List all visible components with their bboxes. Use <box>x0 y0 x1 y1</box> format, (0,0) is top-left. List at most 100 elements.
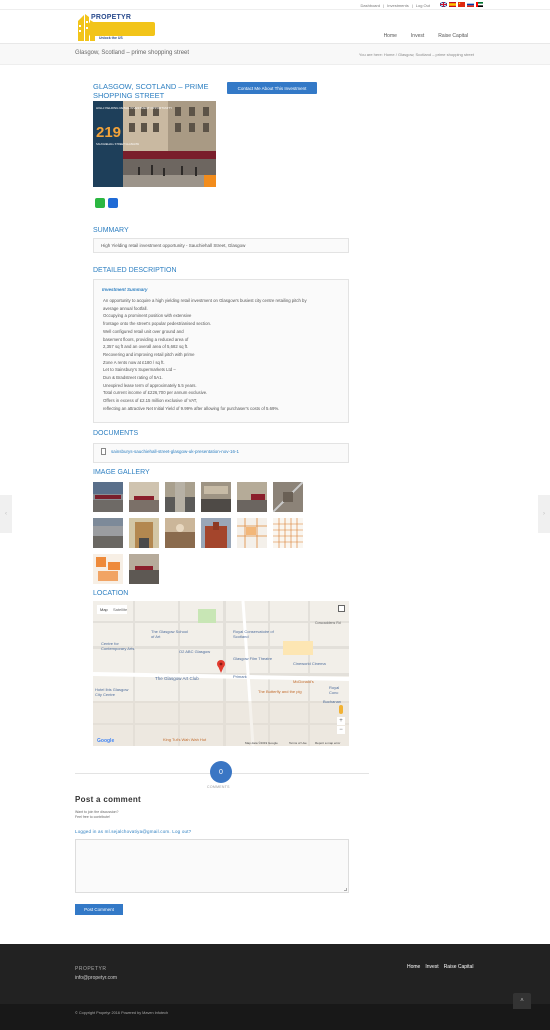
account-links: Dashboard | Investments | Log Out <box>360 3 430 8</box>
gallery-thumb[interactable] <box>165 518 195 548</box>
gallery-thumb[interactable] <box>93 518 123 548</box>
map-attribution: Map data ©2019 Google <box>245 741 278 745</box>
site-footer <box>0 944 550 1004</box>
logo-tagline: Unlock the US <box>99 36 123 40</box>
dashboard-link[interactable]: Dashboard <box>361 3 381 8</box>
document-file-icon <box>101 448 106 455</box>
document-link[interactable]: sainsburys-sauchiehall-street-glasgow-uk… <box>111 449 239 454</box>
nav-invest[interactable]: Invest <box>411 33 424 39</box>
gallery-thumb[interactable] <box>129 482 159 512</box>
sub-footer <box>0 1004 550 1030</box>
gallery-thumb[interactable] <box>129 518 159 548</box>
prev-post-arrow[interactable]: ‹ <box>0 495 12 533</box>
map-label: O2 ABC Glasgow <box>179 649 211 654</box>
scroll-to-top-button[interactable]: ˄ <box>513 993 531 1009</box>
footer-email[interactable]: info@propetyr.com <box>75 975 117 981</box>
gallery-thumb[interactable] <box>129 554 159 584</box>
copyright: © Copyright Propetyr 2016 Powered by Mav… <box>75 1011 169 1015</box>
brochure-kicker: HIGH-YIELDING RETAIL INVESTMENT OPPORTUN… <box>96 106 172 110</box>
top-bar: Dashboard | Investments | Log Out <box>0 0 550 10</box>
logout-link[interactable]: Log Out <box>416 3 430 8</box>
whatsapp-share-icon[interactable] <box>95 198 105 208</box>
site-logo[interactable]: PROPETYR Unlock the US <box>75 11 155 42</box>
map-label: Buchanan <box>323 699 342 704</box>
gallery-thumb[interactable] <box>201 518 231 548</box>
map-label: Glasgow Film Theatre <box>233 656 273 661</box>
map-label: The Glasgow Art Club <box>155 676 199 681</box>
spain-flag-icon[interactable] <box>449 2 456 7</box>
contact-button[interactable]: Contact Me About This Investment <box>227 82 317 94</box>
russia-flag-icon[interactable] <box>467 2 474 7</box>
comment-invitation: Want to join the discussion? Feel free t… <box>75 810 119 819</box>
gallery-thumb[interactable] <box>237 518 267 548</box>
page-title[interactable]: Glasgow, Scotland – prime shopping stree… <box>75 50 189 56</box>
comment-textarea[interactable] <box>75 839 349 893</box>
property-brochure-image[interactable]: HIGH-YIELDING RETAIL INVESTMENT OPPORTUN… <box>93 101 216 187</box>
property-title: GLASGOW, SCOTLAND – PRIME SHOPPING STREE… <box>93 82 209 100</box>
logged-in-notice[interactable]: Logged in as ml.sejalchovatiya@gmail.com… <box>75 829 191 834</box>
logo-wordmark: PROPETYR <box>91 14 132 21</box>
share-buttons <box>95 198 118 208</box>
map-label: King Tut's Wah Wah Hut <box>163 737 207 742</box>
next-post-arrow[interactable]: › <box>538 495 550 533</box>
pegman-icon[interactable] <box>339 705 343 714</box>
footer-nav: Home Invest Raise Capital <box>407 964 473 970</box>
post-comment-button[interactable]: Post Comment <box>75 904 123 915</box>
google-logo: Google <box>97 738 115 744</box>
gallery-thumb[interactable] <box>273 482 303 512</box>
gallery-thumb[interactable] <box>273 518 303 548</box>
language-flags <box>440 2 483 7</box>
post-comment-heading: Post a comment <box>75 795 141 804</box>
breadcrumb-home[interactable]: Home <box>384 52 395 57</box>
map-label: Cowcaddens Rd <box>315 621 341 625</box>
gallery-thumb[interactable] <box>93 482 123 512</box>
description-text: An opportunity to acquire a high yieldin… <box>103 298 307 411</box>
resize-handle-icon[interactable] <box>344 888 347 891</box>
summary-text: High Yielding retail investment opportun… <box>101 243 246 248</box>
map-label: Royal Conservatoire of Scotland <box>233 629 274 639</box>
nav-home[interactable]: Home <box>384 33 397 39</box>
map-label: The Butterfly and the pig <box>258 689 302 694</box>
zoom-in-button[interactable]: + <box>337 717 345 725</box>
investments-link[interactable]: Investments <box>387 3 409 8</box>
map-label: Primark <box>233 674 247 679</box>
fullscreen-icon[interactable] <box>338 605 345 612</box>
location-heading: LOCATION <box>93 590 129 597</box>
comments-label: COMMENTS <box>207 785 230 789</box>
map-label: Hotel Ibis Glasgow City Centre <box>95 687 129 697</box>
map-type-map[interactable]: Map <box>100 607 108 612</box>
china-flag-icon[interactable] <box>458 2 465 7</box>
map-label: The Glasgow School of Art <box>151 629 188 639</box>
gallery-heading: IMAGE GALLERY <box>93 469 150 476</box>
map-label: Royal Conc <box>329 685 340 695</box>
footer-nav-home[interactable]: Home <box>407 964 420 970</box>
breadcrumb: You are here: Home / Glasgow, Scotland –… <box>358 52 474 57</box>
documents-heading: DOCUMENTS <box>93 430 139 437</box>
description-heading: DETAILED DESCRIPTION <box>93 267 177 274</box>
logo-banner <box>89 22 155 36</box>
map-type-satellite[interactable]: Satellite <box>113 607 127 612</box>
chevron-up-icon: ˄ <box>520 998 524 1004</box>
location-map[interactable]: Map Satellite The Glasgow School of Art … <box>93 601 349 746</box>
gallery-thumb[interactable] <box>93 554 123 584</box>
email-share-icon[interactable] <box>108 198 118 208</box>
uk-flag-icon[interactable] <box>440 2 447 7</box>
footer-brand: PROPETYR <box>75 966 107 972</box>
nav-raise-capital[interactable]: Raise Capital <box>438 33 468 39</box>
brochure-street: SAUCHIEHALL STREET GLASGOW <box>96 142 140 146</box>
footer-nav-raise-capital[interactable]: Raise Capital <box>444 964 474 970</box>
map-report-link[interactable]: Report a map error <box>315 741 340 745</box>
brochure-number: 219 <box>96 124 121 141</box>
main-nav: Home Invest Raise Capital <box>384 33 468 39</box>
map-label: Centre for Contemporary Arts <box>101 641 135 651</box>
gallery-thumb[interactable] <box>165 482 195 512</box>
zoom-out-button[interactable]: − <box>337 726 345 734</box>
comment-count: 0 <box>210 761 232 783</box>
investment-summary-heading: Investment Summary <box>102 287 148 292</box>
map-terms-link[interactable]: Terms of Use <box>289 741 307 745</box>
breadcrumb-current[interactable]: Glasgow, Scotland – prime shopping stree… <box>398 52 474 57</box>
gallery-thumb[interactable] <box>201 482 231 512</box>
uae-flag-icon[interactable] <box>476 2 483 7</box>
footer-nav-invest[interactable]: Invest <box>425 964 438 970</box>
gallery-thumb[interactable] <box>237 482 267 512</box>
